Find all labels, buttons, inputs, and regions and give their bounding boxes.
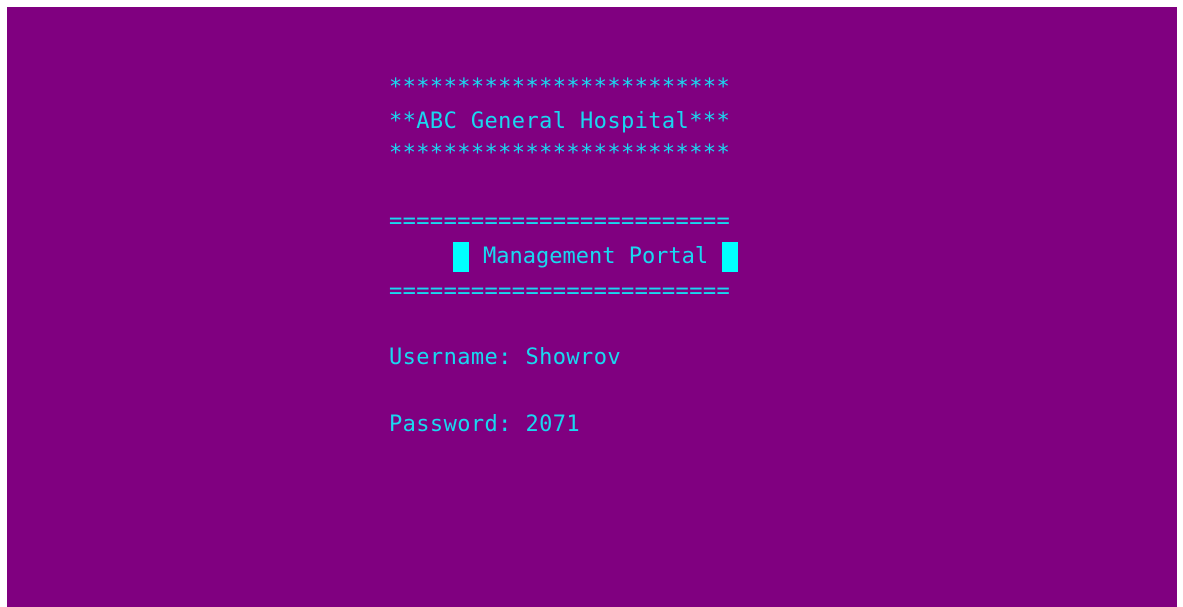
banner-stars-bottom: *************************	[389, 141, 731, 166]
banner-stars-top: *************************	[389, 75, 731, 100]
hospital-name: **ABC General Hospital***	[389, 109, 731, 134]
portal-title: Management Portal	[483, 244, 709, 269]
username-value[interactable]: Showrov	[525, 345, 621, 370]
password-value[interactable]: 2071	[525, 412, 580, 437]
portal-title-row: Management Portal	[389, 240, 739, 274]
password-line: Password: 2071	[389, 408, 580, 442]
portal-rule-top: =========================	[389, 209, 731, 234]
username-label: Username:	[389, 345, 512, 370]
password-label: Password:	[389, 412, 512, 437]
console-window: ************************* **ABC General …	[7, 7, 1177, 607]
cursor-block-right	[722, 242, 739, 272]
username-line: Username: Showrov	[389, 341, 621, 375]
cursor-block-left	[453, 242, 469, 272]
portal-rule-bottom: =========================	[389, 279, 731, 304]
